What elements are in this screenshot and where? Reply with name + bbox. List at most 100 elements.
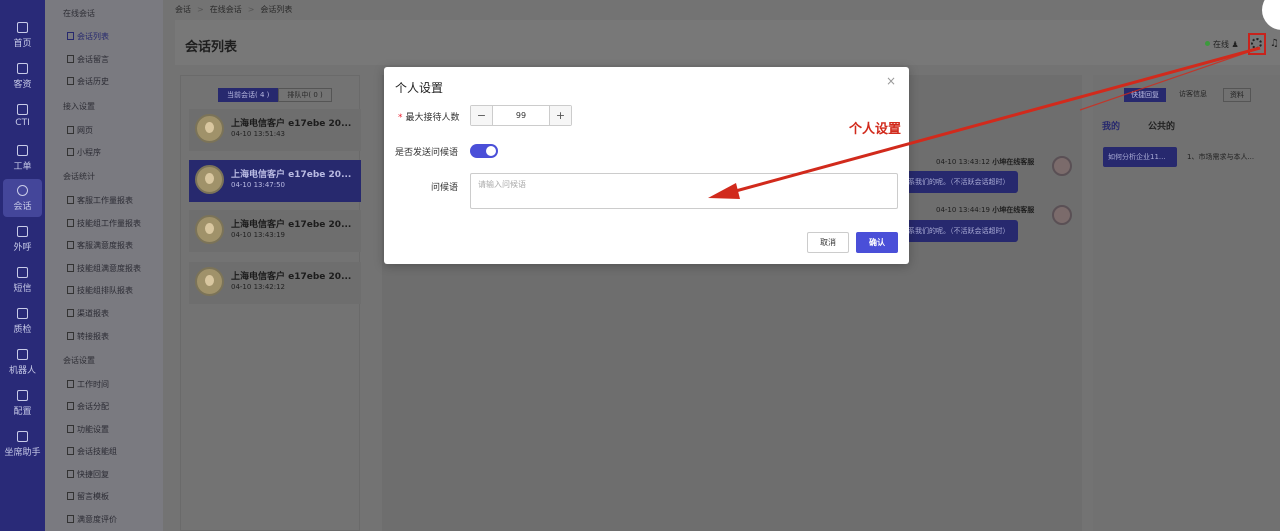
doc-icon [67,77,74,85]
doc-icon [67,332,74,340]
avatar [195,114,224,143]
session-time: 04-10 13:51:43 [231,130,286,138]
rail-sms[interactable]: 短信 [0,261,45,299]
phone-icon [17,226,28,237]
group-settings: 会话设置 [63,356,95,365]
decrement-button[interactable]: − [471,106,493,125]
menu-setting-5[interactable]: 留言模板 [67,491,109,502]
avatar [1052,205,1072,225]
session-name: 上海电信客户 e17ebe 20... [231,220,352,230]
dialog-title: 个人设置 [395,81,444,95]
session-item[interactable]: 上海电信客户 e17ebe 20... 04-10 13:51:43 [189,109,361,151]
page-title: 会话列表 [185,40,238,55]
menu-stat-5[interactable]: 渠道报表 [67,308,109,319]
doc-icon [67,515,74,523]
robot-icon [17,349,28,360]
tab-quick-reply[interactable]: 快捷回复 [1124,88,1166,102]
menu-stat-4[interactable]: 技能组排队报表 [67,285,133,296]
send-greeting-label: 是否发送问候语 [395,148,459,158]
menu-session-list[interactable]: 会话列表 [67,31,109,42]
rail-robot[interactable]: 机器人 [0,343,45,381]
session-time: 04-10 13:42:12 [231,283,286,291]
max-sessions-label: * 最大接待人数 [398,113,460,123]
greeting-input[interactable] [470,173,898,209]
chevron-right-icon: > [247,5,255,14]
customers-icon [17,63,28,74]
cancel-button[interactable]: 取消 [807,232,849,253]
tab-queue[interactable]: 排队中( 0 ) [278,88,332,102]
menu-stat-6[interactable]: 转接报表 [67,331,109,342]
session-item[interactable]: 上海电信客户 e17ebe 20... 04-10 13:43:19 [189,210,361,252]
rail-chat[interactable]: 会话 [3,179,42,217]
subtab-public[interactable]: 公共的 [1148,119,1175,132]
assistant-icon [17,431,28,442]
quick-reply-item[interactable]: 1、市场需求与本人... [1187,152,1254,162]
session-name: 上海电信客户 e17ebe 20... [231,272,352,282]
menu-setting-2[interactable]: 功能设置 [67,424,109,435]
page-header: 会话列表 在线 ♟ ♫ [175,20,1280,65]
menu-session-history[interactable]: 会话历史 [67,76,109,87]
online-status[interactable]: 在线 ♟ [1205,39,1239,50]
status-dot-icon [1205,41,1210,46]
session-time: 04-10 13:47:50 [231,181,286,189]
subtab-mine[interactable]: 我的 [1102,119,1120,132]
rail-ticket[interactable]: 工单 [0,139,45,177]
quick-reply-category[interactable]: 如何分析企业11... [1103,147,1177,167]
group-access: 接入设置 [63,102,95,111]
breadcrumb-item: 会话列表 [260,5,293,14]
rail-settings[interactable]: 配置 [0,384,45,422]
user-icon: ♟ [1231,40,1239,49]
session-tabs: 当前会话( 4 ) 排队中( 0 ) [218,88,332,102]
menu-stat-0[interactable]: 客服工作量报表 [67,195,133,206]
rail-customers[interactable]: 客资 [0,57,45,95]
menu-stat-3[interactable]: 技能组满意度报表 [67,263,141,274]
menu-setting-4[interactable]: 快捷回复 [67,469,109,480]
breadcrumb-item[interactable]: 在线会话 [210,5,242,14]
menu-stat-1[interactable]: 技能组工作量报表 [67,218,141,229]
doc-icon [67,241,74,249]
menu-web[interactable]: 网页 [67,125,93,136]
session-item[interactable]: 上海电信客户 e17ebe 20... 04-10 13:47:50 [189,160,361,202]
tab-materials[interactable]: 资料 [1223,88,1251,102]
doc-icon [67,380,74,388]
doc-icon [67,264,74,272]
menu-setting-0[interactable]: 工作时间 [67,379,109,390]
quality-icon [17,308,28,319]
increment-button[interactable]: + [549,106,571,125]
menu-stat-2[interactable]: 客服满意度报表 [67,240,133,251]
gear-icon[interactable] [1251,38,1262,49]
chat-icon [17,185,28,196]
confirm-button[interactable]: 确认 [856,232,898,253]
menu-session-message[interactable]: 会话留言 [67,54,109,65]
rail-quality[interactable]: 质检 [0,302,45,340]
rail-phone[interactable]: 外呼 [0,220,45,258]
doc-icon [67,196,74,204]
rail-home[interactable]: 首页 [0,16,45,54]
menu-setting-3[interactable]: 会话技能组 [67,446,117,457]
send-greeting-toggle[interactable] [470,144,498,158]
message-meta: 04-10 13:43:12 小坤在线客服 [936,158,1035,166]
menu-miniprogram[interactable]: 小程序 [67,147,101,158]
doc-icon [67,32,74,40]
session-name: 上海电信客户 e17ebe 20... [231,170,352,180]
avatar [195,267,224,296]
tab-current-sessions[interactable]: 当前会话( 4 ) [218,88,279,102]
rail-cti[interactable]: CTI [0,98,45,136]
group-stats: 会话统计 [63,172,95,181]
chevron-right-icon: > [197,5,204,14]
menu-setting-6[interactable]: 满意度评价 [67,514,117,525]
breadcrumb-item[interactable]: 会话 [175,5,191,14]
tab-visitor-info[interactable]: 访客信息 [1173,88,1213,102]
menu-setting-1[interactable]: 会话分配 [67,401,109,412]
doc-icon [67,425,74,433]
sound-icon[interactable]: ♫ [1270,38,1279,49]
ticket-icon [17,145,28,156]
doc-icon [67,219,74,227]
max-sessions-value[interactable]: 99 [493,106,549,125]
home-icon [17,22,28,33]
close-icon[interactable]: × [886,74,896,88]
greeting-label: 问候语 [431,183,459,193]
session-item[interactable]: 上海电信客户 e17ebe 20... 04-10 13:42:12 [189,262,361,304]
doc-icon [67,492,74,500]
rail-assistant[interactable]: 坐席助手 [0,425,45,463]
